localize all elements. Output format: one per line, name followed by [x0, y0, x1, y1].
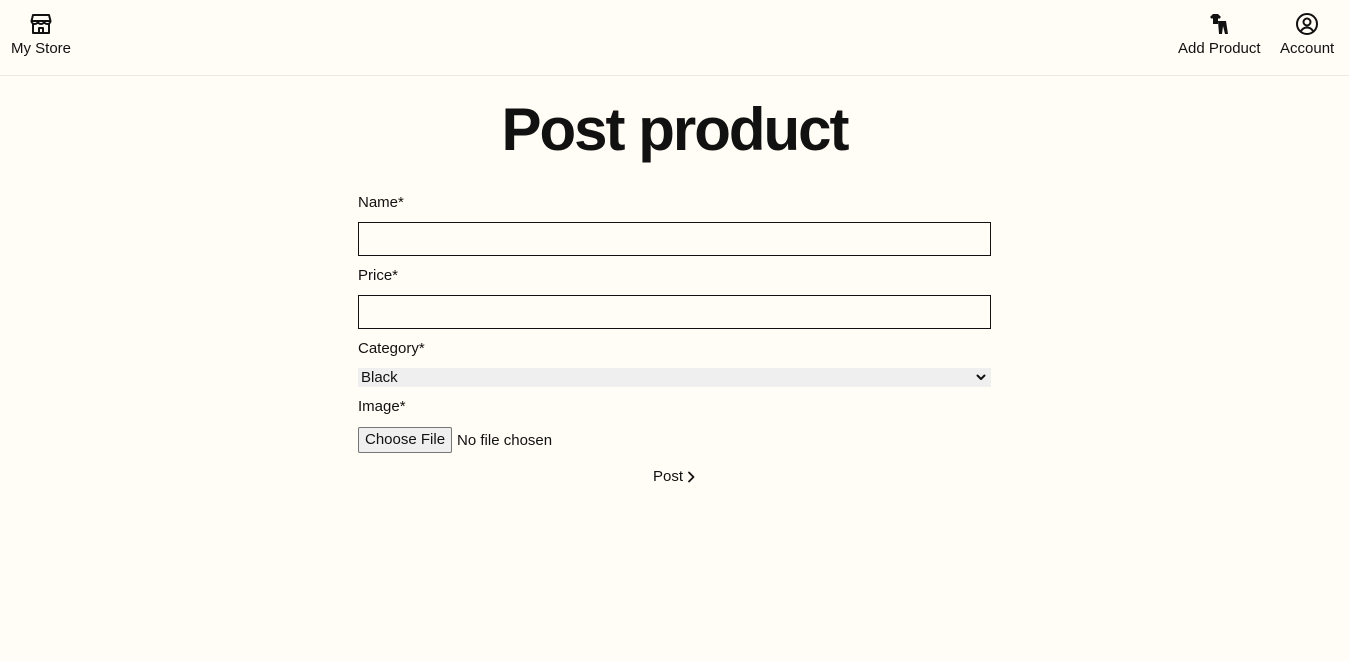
category-select[interactable]: Black	[358, 368, 991, 387]
nav-my-store-label: My Store	[11, 40, 72, 57]
nav-add-product[interactable]: Add Product	[1178, 11, 1261, 59]
image-file-input: Choose File No file chosen	[358, 427, 552, 453]
price-label: Price*	[358, 267, 399, 284]
top-navbar: My Store Add Product Account	[0, 0, 1349, 76]
name-input[interactable]	[358, 222, 991, 256]
nav-account[interactable]: Account	[1280, 11, 1334, 59]
clothing-icon	[1206, 11, 1232, 37]
category-label: Category*	[358, 340, 425, 357]
page-title: Post product	[501, 96, 850, 163]
post-button-label: Post	[652, 468, 683, 485]
choose-file-button[interactable]: Choose File	[358, 427, 453, 453]
user-circle-icon	[1294, 11, 1320, 37]
nav-account-label: Account	[1280, 40, 1335, 57]
file-status-text: No file chosen	[457, 431, 553, 449]
nav-my-store[interactable]: My Store	[11, 11, 71, 59]
chevron-down-icon	[976, 374, 986, 380]
name-label: Name*	[358, 194, 404, 211]
store-icon	[28, 11, 54, 37]
category-selected-value: Black	[361, 369, 398, 386]
chevron-right-icon	[688, 471, 695, 482]
nav-add-product-label: Add Product	[1178, 40, 1261, 57]
post-button[interactable]: Post	[358, 468, 991, 485]
price-input[interactable]	[358, 295, 991, 329]
image-label: Image*	[358, 398, 406, 415]
